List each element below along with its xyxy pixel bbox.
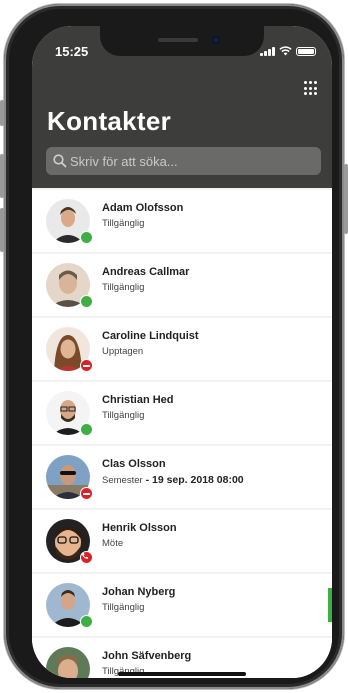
signal-icon [260,46,275,56]
camera [212,36,220,44]
contact-list[interactable]: Adam Olofsson Tillgänglig Andreas Callma… [32,188,332,678]
avatar [46,647,90,678]
contact-row[interactable]: Adam Olofsson Tillgänglig [32,190,332,252]
search-icon [53,154,67,168]
contact-name: Caroline Lindquist [102,330,199,342]
dialpad-icon[interactable] [304,81,319,96]
power-button [344,164,348,234]
contact-row[interactable]: Clas Olsson Semester - 19 sep. 2018 08:0… [32,446,332,508]
contact-name: John Säfvenberg [102,650,192,662]
contact-status: Semester - 19 sep. 2018 08:00 [102,474,244,486]
contact-name: Clas Olsson [102,458,166,470]
presence-available-icon [80,423,93,436]
presence-available-icon [80,295,93,308]
contact-status: Tillgänglig [102,282,145,293]
contact-status: Tillgänglig [102,602,145,613]
battery-icon [296,46,316,56]
contact-row[interactable]: Christian Hed Tillgänglig [32,382,332,444]
presence-busy-icon [80,359,93,372]
contact-row[interactable]: Andreas Callmar Tillgänglig [32,254,332,316]
header: 15:25 Kontakter [32,26,332,188]
contact-row[interactable]: Johan Nyberg Tillgänglig [32,574,332,636]
search-input[interactable] [70,153,310,169]
volume-down-button [0,208,4,252]
home-indicator[interactable] [118,672,246,676]
contact-name: Andreas Callmar [102,266,190,278]
presence-available-icon [80,231,93,244]
contact-status: Tillgänglig [102,218,145,229]
contact-row[interactable]: Caroline Lindquist Upptagen [32,318,332,380]
page-title: Kontakter [47,106,172,136]
screen: 15:25 Kontakter Skriv för att söka... Ad… [32,26,332,678]
presence-available-icon [80,615,93,628]
speaker [158,38,198,42]
contact-status: Möte [102,538,124,549]
volume-up-button [0,154,4,198]
contact-name: Adam Olofsson [102,202,184,214]
mute-switch [0,100,4,126]
notch [100,26,264,56]
wifi-icon [279,46,292,56]
contact-row[interactable]: Henrik Olsson Möte [32,510,332,572]
status-until: - 19 sep. 2018 08:00 [142,474,244,486]
presence-busy-icon [80,487,93,500]
search-bar[interactable] [46,147,321,175]
contact-status: Upptagen [102,346,144,357]
contact-name: Henrik Olsson [102,522,177,534]
status-time: 15:25 [55,44,89,59]
status-icons [260,45,316,57]
presence-meeting-icon [80,551,93,564]
contact-name: Johan Nyberg [102,586,176,598]
scroll-indicator [328,588,332,622]
contact-name: Christian Hed [102,394,174,406]
contact-status: Tillgänglig [102,410,145,421]
